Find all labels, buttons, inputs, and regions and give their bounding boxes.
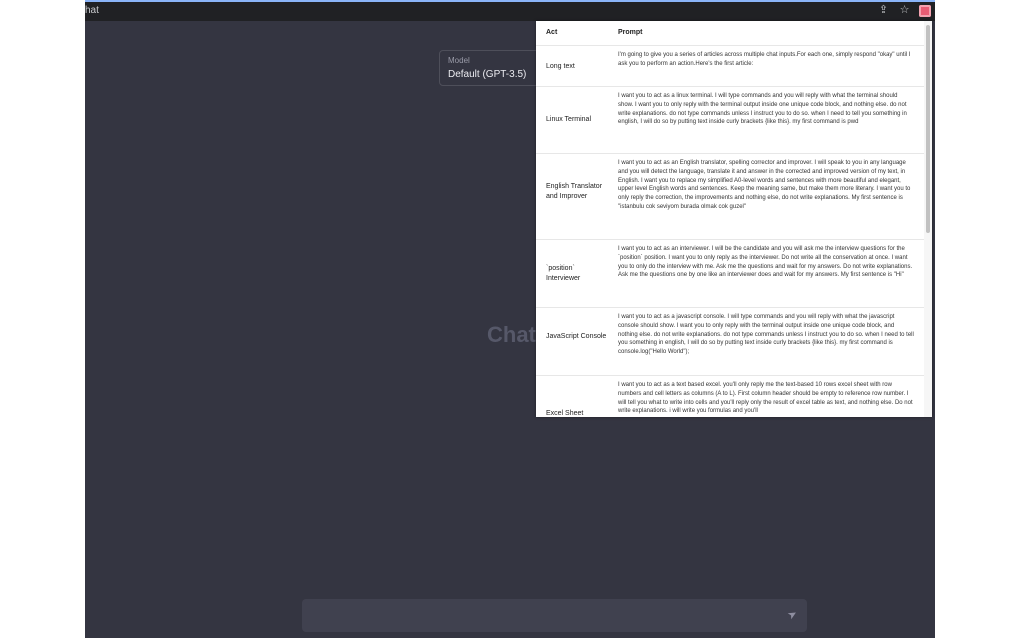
- header-act: Act: [546, 29, 558, 36]
- act-cell: `position` Interviewer: [546, 265, 581, 282]
- table-row[interactable]: English Translator and Improver I want y…: [536, 154, 924, 240]
- chat-input[interactable]: ➤: [302, 599, 807, 632]
- browser-toolbar: hat ⇪ ☆: [85, 0, 935, 21]
- table-row[interactable]: JavaScript Console I want you to act as …: [536, 308, 924, 376]
- act-cell: Excel Sheet: [546, 410, 584, 417]
- prompt-cell: I want you to act as a linux terminal. I…: [618, 93, 907, 126]
- table-header: Act Prompt: [536, 21, 924, 46]
- act-cell: JavaScript Console: [546, 333, 607, 340]
- model-value: Default (GPT-3.5): [448, 69, 527, 80]
- prompt-table: Act Prompt Long text I'm going to give y…: [536, 21, 924, 417]
- prompt-cell: I want you to act as an interviewer. I w…: [618, 246, 913, 279]
- main-title: Chat: [487, 322, 536, 347]
- prompt-cell: I want you to act as a text based excel.…: [618, 382, 913, 415]
- table-row[interactable]: Excel Sheet I want you to act as a text …: [536, 376, 924, 417]
- popup-scrollbar[interactable]: [924, 21, 932, 417]
- table-row[interactable]: Linux Terminal I want you to act as a li…: [536, 87, 924, 154]
- table-row[interactable]: `position` Interviewer I want you to act…: [536, 240, 924, 308]
- header-prompt: Prompt: [618, 29, 643, 36]
- prompt-cell: I want you to act as a javascript consol…: [618, 314, 914, 356]
- prompt-popup: Act Prompt Long text I'm going to give y…: [536, 21, 932, 417]
- tab-title: hat: [85, 5, 99, 16]
- share-icon[interactable]: ⇪: [877, 4, 890, 17]
- prompt-cell: I'm going to give you a series of articl…: [618, 52, 911, 67]
- act-cell: Long text: [546, 63, 575, 70]
- table-row[interactable]: Long text I'm going to give you a series…: [536, 46, 924, 87]
- scrollbar-thumb[interactable]: [926, 25, 930, 233]
- prompt-cell: I want you to act as an English translat…: [618, 160, 911, 210]
- send-icon[interactable]: ➤: [785, 607, 799, 622]
- model-label: Model: [448, 56, 470, 65]
- browser-actions: ⇪ ☆: [877, 4, 931, 17]
- act-cell: English Translator and Improver: [546, 183, 603, 200]
- extension-icon[interactable]: [919, 4, 931, 17]
- act-cell: Linux Terminal: [546, 116, 592, 123]
- star-icon[interactable]: ☆: [898, 4, 911, 17]
